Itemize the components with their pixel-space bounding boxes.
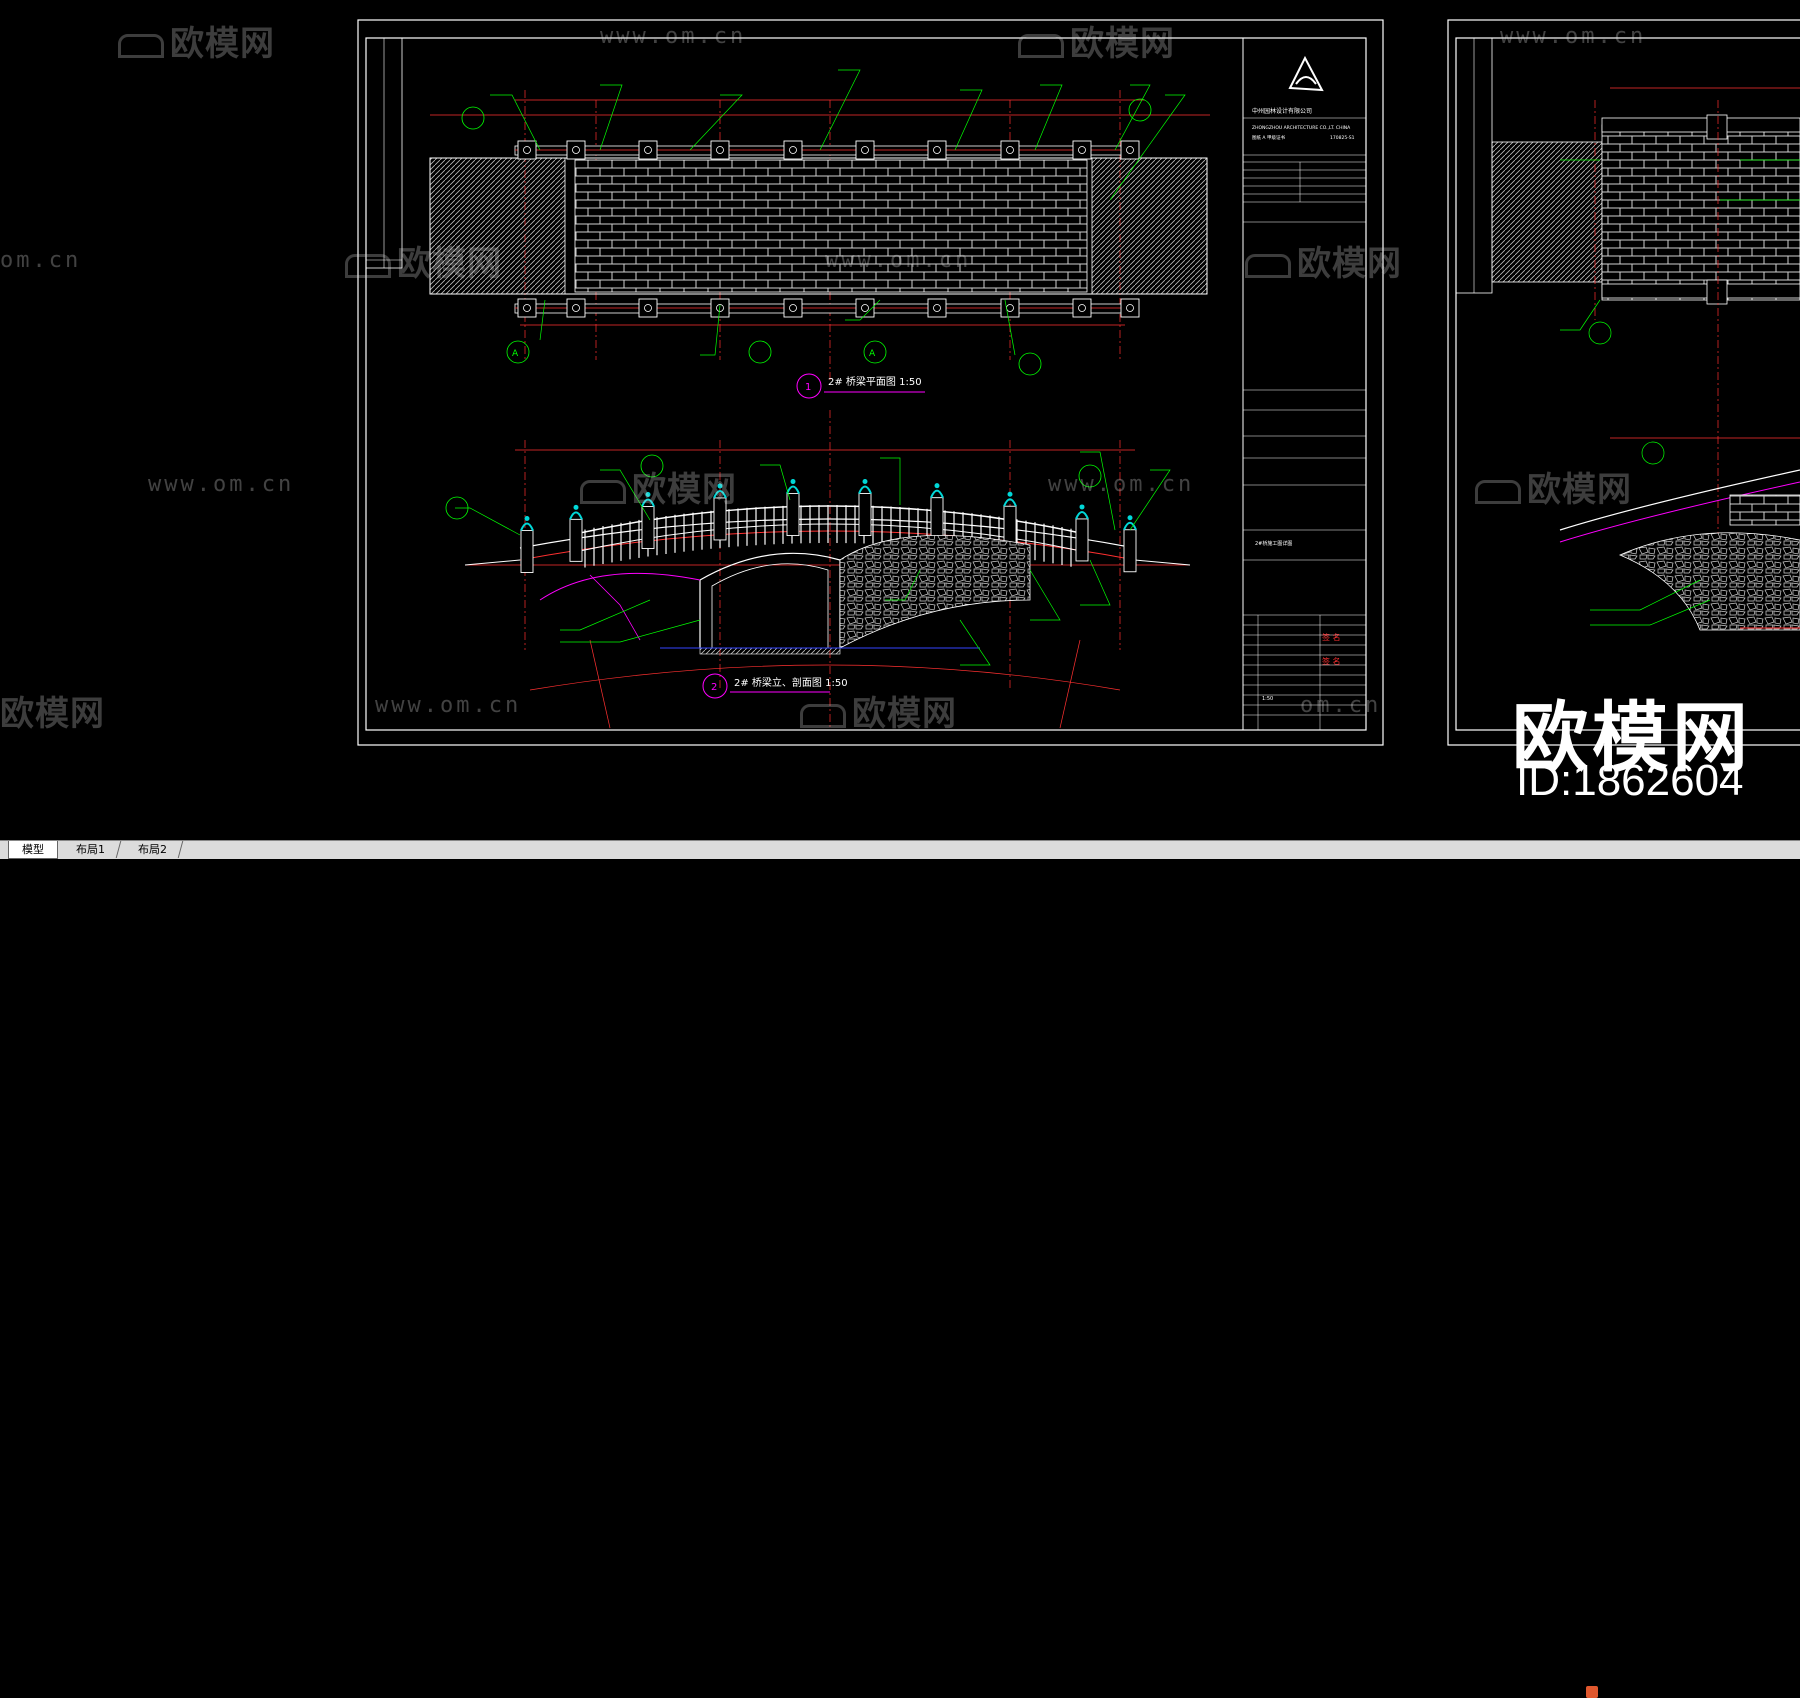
drawing-canvas[interactable]: 中州园林设计有限公司 ZHONGZHOU ARCHITECTURE CO.,LT… [0,0,1800,840]
bridge-plan-view[interactable]: A A 1 2# 桥梁平面图 1:50 [429,69,1210,399]
title-scale: 1:50 [1262,696,1273,702]
watermark-url: www.om.cn [825,248,972,273]
watermark-url: om.cn [0,248,82,273]
layout-tab-bar: 模型 布局1 布局2 [0,840,1800,1698]
sofa-logo-icon [1245,253,1291,278]
view1-label: 2# 桥梁平面图 1:50 [828,375,922,388]
watermark-url: www.om.cn [1048,472,1195,497]
title-company: 中州园林设计有限公司 [1252,107,1312,115]
sofa-logo-icon [1475,479,1521,504]
watermark-url: www.om.cn [148,472,295,497]
watermark-brand: 欧模网 [1245,236,1402,285]
tab-model[interactable]: 模型 [8,841,58,859]
signature-stamp: 签 名 [1322,632,1341,642]
bridge-elevation-view[interactable]: 2 2# 桥梁立、剖面图 1:50 [445,410,1191,729]
watermark-brand: 欧模网 [800,686,957,735]
title-project-code: 170825-S1 [1330,135,1355,141]
sofa-logo-icon [1018,33,1064,58]
tab-layout1[interactable]: 布局1 [59,841,122,858]
adjacent-sheet[interactable] [1447,19,1800,746]
sofa-logo-icon [118,33,164,58]
sofa-logo-icon [345,253,391,278]
signature-stamp-2: 签 名 [1322,656,1341,666]
title-block[interactable]: 中州园林设计有限公司 ZHONGZHOU ARCHITECTURE CO.,LT… [1242,37,1367,731]
title-company-en: ZHONGZHOU ARCHITECTURE CO.,LT. CHINA [1252,125,1351,131]
watermark-brand: 欧模网 [118,16,275,65]
watermark-url: www.om.cn [1500,24,1647,49]
watermark-url: www.om.cn [600,24,747,49]
watermark-brand: 欧模网 [1475,462,1632,511]
watermark-brand: 欧模网 [1018,16,1175,65]
tab-layout2[interactable]: 布局2 [121,841,184,858]
watermark-brand: 欧模网 [580,462,737,511]
watermark-url: om.cn [1300,693,1382,718]
title-license: 图纸 A 甲级证书 [1252,134,1285,141]
section-tag-b: A [869,349,876,359]
app-corner-icon [1586,1686,1598,1698]
view1-number: 1 [805,382,811,393]
section-tag-a: A [512,349,519,359]
sofa-logo-icon [580,479,626,504]
watermark-url: www.om.cn [375,693,522,718]
watermark-brand: 欧模网 [0,694,105,734]
model-id-text: ID:1862604 [1516,756,1744,805]
watermark-brand: 欧模网 [345,236,502,285]
title-sheet-name: 2#桥施工图详图 [1255,540,1292,547]
sofa-logo-icon [800,703,846,728]
view2-number: 2 [711,682,717,693]
